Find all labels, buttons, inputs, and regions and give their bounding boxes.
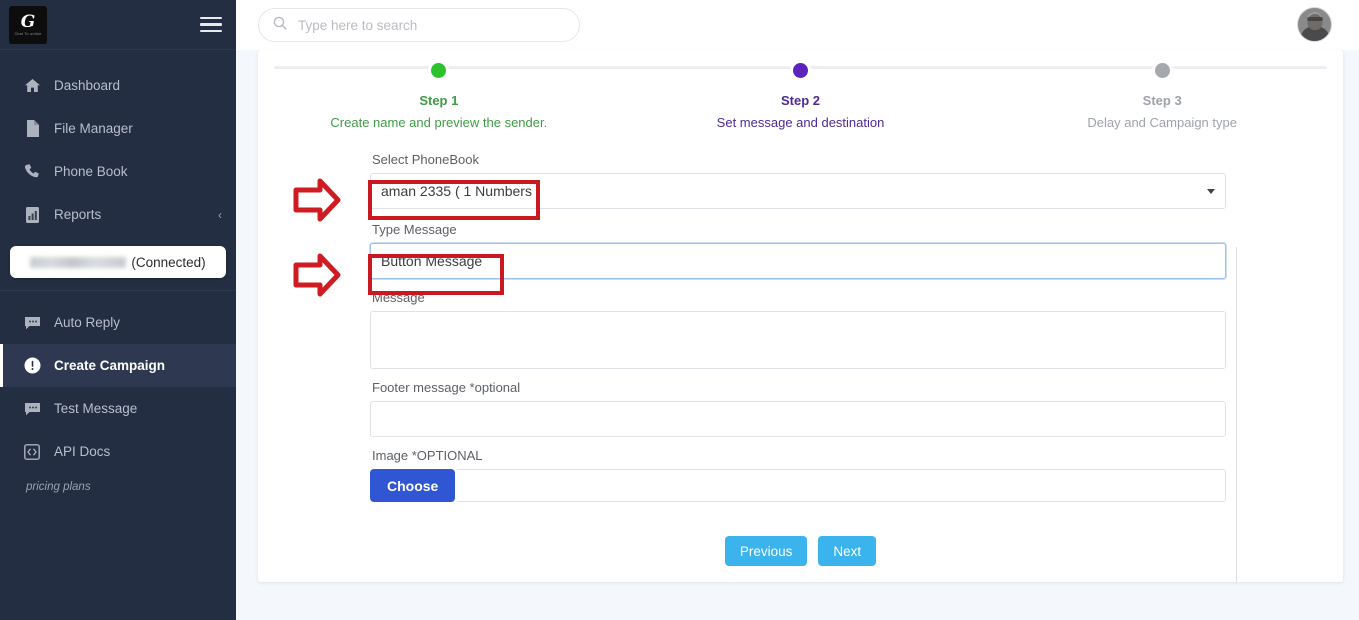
sidebar-item-label: Phone Book <box>54 164 128 179</box>
global-search[interactable] <box>258 8 580 42</box>
phonebook-select[interactable]: aman 2335 ( 1 Numbers ) <box>370 173 1226 209</box>
step-subtitle: Delay and Campaign type <box>1087 115 1237 130</box>
connection-status-label: (Connected) <box>131 254 206 270</box>
wizard-actions: Previous Next <box>258 536 1343 566</box>
sidebar-nav-secondary: Auto Reply Create Campaign Test Message … <box>0 295 236 493</box>
step-subtitle: Set message and destination <box>716 115 885 130</box>
field-message: Message <box>370 290 1343 369</box>
campaign-icon <box>22 357 42 375</box>
field-label: Message <box>372 290 425 305</box>
sidebar-item-create-campaign[interactable]: Create Campaign <box>0 344 236 387</box>
step-title: Step 2 <box>781 93 821 108</box>
code-icon <box>22 443 42 461</box>
chat-icon <box>22 314 42 332</box>
sidebar-item-dashboard[interactable]: Dashboard <box>0 64 236 107</box>
app-root: G Chat To online Dashboard File Manager <box>0 0 1359 620</box>
step-dot[interactable] <box>1151 60 1173 81</box>
previous-button[interactable]: Previous <box>724 536 808 566</box>
chevron-left-icon[interactable]: ‹ <box>218 208 222 222</box>
logo-letter: G <box>20 11 36 32</box>
wizard-stepper: Step 1 Create name and preview the sende… <box>258 58 1343 138</box>
pricing-plans-link[interactable]: pricing plans <box>0 473 236 493</box>
sidebar-item-label: Reports <box>54 207 102 222</box>
step-dot[interactable] <box>790 60 811 81</box>
sidebar-item-label: API Docs <box>54 444 111 459</box>
search-input[interactable] <box>296 16 565 34</box>
sidebar-item-label: File Manager <box>54 121 133 136</box>
footer-message-input[interactable] <box>370 401 1226 437</box>
step-title: Step 3 <box>1142 93 1182 108</box>
field-label: Image *OPTIONAL <box>372 448 483 463</box>
top-bar <box>236 0 1359 50</box>
avatar-glasses <box>1306 16 1323 21</box>
connection-status-pill[interactable]: (Connected) <box>10 246 226 278</box>
sidebar-item-label: Create Campaign <box>54 358 166 373</box>
sidebar-header: G Chat To online <box>0 0 236 50</box>
type-message-select[interactable]: Button Message <box>370 243 1226 279</box>
file-icon <box>22 120 42 138</box>
field-image-upload: Image *OPTIONAL Choose <box>370 448 1343 502</box>
phonebook-selected-value: aman 2335 ( 1 Numbers ) <box>381 183 541 199</box>
step-dot[interactable] <box>428 60 450 81</box>
phone-icon <box>22 163 42 181</box>
choose-file-button[interactable]: Choose <box>370 469 456 502</box>
field-label: Select PhoneBook <box>372 152 479 167</box>
field-type-message: Type Message Button Message <box>370 222 1343 279</box>
type-message-selected-value: Button Message <box>381 253 483 269</box>
chosen-file-name[interactable] <box>457 469 1226 502</box>
hamburger-menu-icon[interactable] <box>200 16 222 33</box>
file-upload-row: Choose <box>370 469 1226 502</box>
stepper-step-2[interactable]: Step 2 Set message and destination <box>620 58 982 130</box>
sidebar-divider <box>0 290 236 291</box>
field-select-phonebook: Select PhoneBook aman 2335 ( 1 Numbers ) <box>370 152 1343 209</box>
main-area: Step 1 Create name and preview the sende… <box>236 0 1359 620</box>
sidebar-nav-primary: Dashboard File Manager Phone Book Report… <box>0 50 236 236</box>
avatar[interactable] <box>1297 7 1332 42</box>
report-icon <box>22 206 42 224</box>
field-label: Type Message <box>372 222 457 237</box>
app-logo[interactable]: G Chat To online <box>9 5 47 44</box>
sidebar-item-reports[interactable]: Reports ‹ <box>0 193 236 236</box>
field-footer-message: Footer message *optional <box>370 380 1343 437</box>
sidebar-item-label: Dashboard <box>54 78 121 93</box>
sidebar: G Chat To online Dashboard File Manager <box>0 0 236 620</box>
step-title: Step 1 <box>419 93 459 108</box>
logo-subtext: Chat To online <box>14 31 42 36</box>
sidebar-item-label: Auto Reply <box>54 315 121 330</box>
sidebar-item-api-docs[interactable]: API Docs <box>0 430 236 473</box>
search-icon <box>273 16 287 35</box>
sidebar-item-file-manager[interactable]: File Manager <box>0 107 236 150</box>
sidebar-item-auto-reply[interactable]: Auto Reply <box>0 301 236 344</box>
campaign-wizard-card: Step 1 Create name and preview the sende… <box>258 50 1343 582</box>
home-icon <box>22 77 42 95</box>
chat-icon <box>22 400 42 418</box>
sidebar-item-test-message[interactable]: Test Message <box>0 387 236 430</box>
step-subtitle: Create name and preview the sender. <box>330 115 548 130</box>
chevron-down-icon[interactable] <box>1207 189 1215 194</box>
sidebar-item-phone-book[interactable]: Phone Book <box>0 150 236 193</box>
stepper-step-3[interactable]: Step 3 Delay and Campaign type <box>981 58 1343 130</box>
stepper-step-1[interactable]: Step 1 Create name and preview the sende… <box>258 58 620 130</box>
message-textarea[interactable] <box>370 311 1226 369</box>
next-button[interactable]: Next <box>818 536 877 566</box>
wizard-form: Select PhoneBook aman 2335 ( 1 Numbers )… <box>258 152 1343 582</box>
field-label: Footer message *optional <box>372 380 521 395</box>
sidebar-item-label: Test Message <box>54 401 138 416</box>
form-scrollbar[interactable] <box>1236 247 1237 582</box>
connected-number-redacted <box>30 256 127 268</box>
